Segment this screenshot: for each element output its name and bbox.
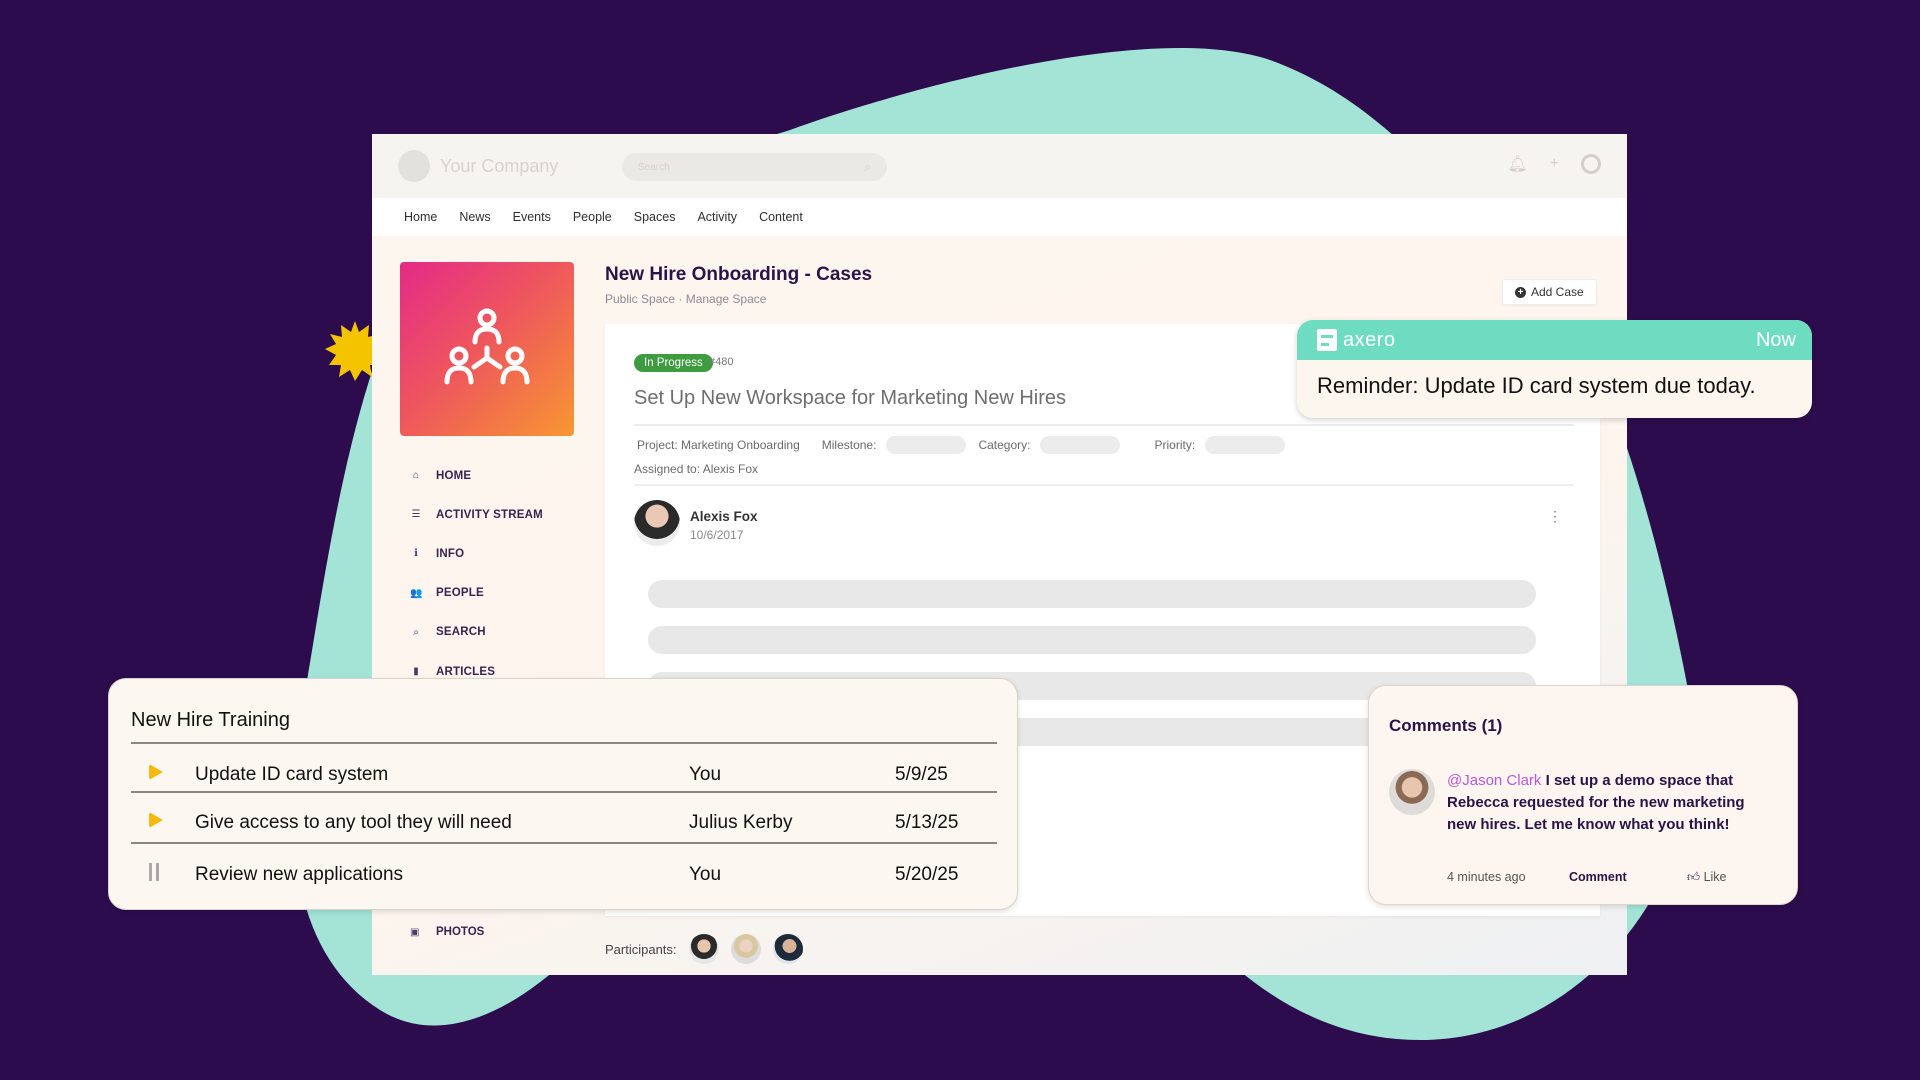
nav-events[interactable]: Events xyxy=(513,210,551,224)
milestone-field[interactable] xyxy=(886,436,967,454)
search-icon: ⌕ xyxy=(864,159,871,174)
people-icon: 👥 xyxy=(410,587,423,599)
avatar[interactable] xyxy=(730,934,761,964)
plus-circle-icon: + xyxy=(1515,286,1526,298)
mention-link[interactable]: @Jason Clark xyxy=(1447,772,1541,789)
author-name[interactable]: Alexis Fox xyxy=(690,509,758,524)
nav-home[interactable]: Home xyxy=(404,210,437,224)
home-icon: ⌂ xyxy=(412,470,420,482)
divider xyxy=(634,484,1574,486)
task-row[interactable]: Review new applications You 5/20/25 xyxy=(131,851,997,899)
sidebar-item-search[interactable]: ⌕ SEARCH xyxy=(410,613,543,652)
add-case-button[interactable]: + Add Case xyxy=(1502,279,1597,305)
comment-text: @Jason Clark I set up a demo space that … xyxy=(1447,772,1745,833)
notification-header: axero Now xyxy=(1297,320,1812,360)
nav-spaces[interactable]: Spaces xyxy=(634,210,676,224)
comments-title: Comments (1) xyxy=(1389,716,1503,735)
image-icon: ▣ xyxy=(410,926,420,938)
priority-field[interactable] xyxy=(1205,436,1286,454)
main-nav: Home News Events People Spaces Activity … xyxy=(372,198,1627,236)
avatar[interactable] xyxy=(634,500,680,546)
assigned-to: Assigned to: Alexis Fox xyxy=(634,462,759,476)
priority-label: Priority: xyxy=(1154,438,1196,452)
page-title: New Hire Onboarding - Cases xyxy=(605,264,873,285)
sidebar-item-activity-stream[interactable]: ☰ ACTIVITY STREAM xyxy=(410,495,543,534)
play-icon[interactable] xyxy=(149,764,163,780)
brand-name: axero xyxy=(1343,328,1396,351)
case-title: Set Up New Workspace for Marketing New H… xyxy=(634,387,1066,409)
status-badge: In Progress xyxy=(634,354,713,372)
space-banner xyxy=(400,262,574,436)
participants-label: Participants: xyxy=(605,941,677,957)
axero-logo-icon xyxy=(1317,329,1337,351)
task-row[interactable]: Give access to any tool they will need J… xyxy=(131,799,997,847)
nav-activity[interactable]: Activity xyxy=(697,210,737,224)
avatar[interactable] xyxy=(688,934,719,964)
sidebar-item-people[interactable]: 👥 PEOPLE xyxy=(410,574,543,613)
search-placeholder: Search xyxy=(638,161,670,173)
document-icon: ▮ xyxy=(413,666,419,678)
nav-people[interactable]: People xyxy=(573,210,612,224)
divider xyxy=(634,424,1574,426)
top-bar: Your Company Search ⌕ 🔔︎ + xyxy=(372,134,1627,198)
more-options-icon[interactable]: ⋮ xyxy=(1548,508,1562,525)
pause-icon[interactable] xyxy=(149,863,159,881)
sidebar-item-info[interactable]: ℹ INFO xyxy=(410,534,543,573)
sidebar-item-home[interactable]: ⌂ HOME xyxy=(410,456,543,495)
play-icon[interactable] xyxy=(149,812,163,828)
bell-icon[interactable]: 🔔︎ xyxy=(1507,154,1527,174)
comments-panel: Comments (1) @Jason Clark I set up a dem… xyxy=(1368,685,1798,905)
search-input[interactable]: Search ⌕ xyxy=(622,153,887,181)
content-placeholder xyxy=(648,580,1536,608)
case-meta: Project: Marketing Onboarding Milestone:… xyxy=(637,436,1297,454)
company-logo[interactable] xyxy=(398,150,430,182)
comment-time: 4 minutes ago xyxy=(1447,870,1526,884)
notification-time: Now xyxy=(1755,328,1796,351)
divider xyxy=(131,842,997,844)
milestone-label: Milestone: xyxy=(821,438,877,452)
nav-news[interactable]: News xyxy=(459,210,490,224)
nav-content[interactable]: Content xyxy=(759,210,803,224)
post-date: 10/6/2017 xyxy=(690,528,744,542)
sidebar-item-photos[interactable]: ▣ PHOTOS xyxy=(410,926,484,938)
avatar[interactable] xyxy=(772,934,803,964)
thumbs-up-icon: 👍︎ xyxy=(1687,870,1701,884)
project-label: Project: Marketing Onboarding xyxy=(637,438,800,452)
comment-footer: 4 minutes ago Comment 👍︎ Like xyxy=(1447,870,1727,885)
like-button[interactable]: 👍︎ Like xyxy=(1687,870,1727,885)
divider xyxy=(131,742,997,744)
reminder-notification[interactable]: axero Now Reminder: Update ID card syste… xyxy=(1297,320,1812,418)
panel-title: New Hire Training xyxy=(131,709,290,731)
info-icon: ℹ xyxy=(414,548,418,560)
comment-button[interactable]: Comment xyxy=(1569,870,1687,885)
plus-icon[interactable]: + xyxy=(1550,155,1559,173)
people-network-icon xyxy=(444,308,530,385)
training-task-panel: New Hire Training Update ID card system … xyxy=(108,678,1018,910)
breadcrumb[interactable]: Public Space · Manage Space xyxy=(605,292,766,306)
divider xyxy=(131,791,997,793)
case-number: #480 xyxy=(709,356,734,368)
category-label: Category: xyxy=(978,438,1031,452)
content-placeholder xyxy=(648,626,1536,654)
avatar[interactable] xyxy=(1389,769,1435,815)
notification-message: Reminder: Update ID card system due toda… xyxy=(1317,373,1756,398)
user-circle-icon[interactable] xyxy=(1581,154,1601,174)
company-name: Your Company xyxy=(440,155,559,176)
category-field[interactable] xyxy=(1040,436,1121,454)
participants: Participants: xyxy=(605,934,803,964)
list-icon: ☰ xyxy=(411,509,421,521)
search-icon: ⌕ xyxy=(413,626,419,638)
space-sidebar: ⌂ HOME ☰ ACTIVITY STREAM ℹ INFO 👥 PEOPLE… xyxy=(410,456,543,691)
